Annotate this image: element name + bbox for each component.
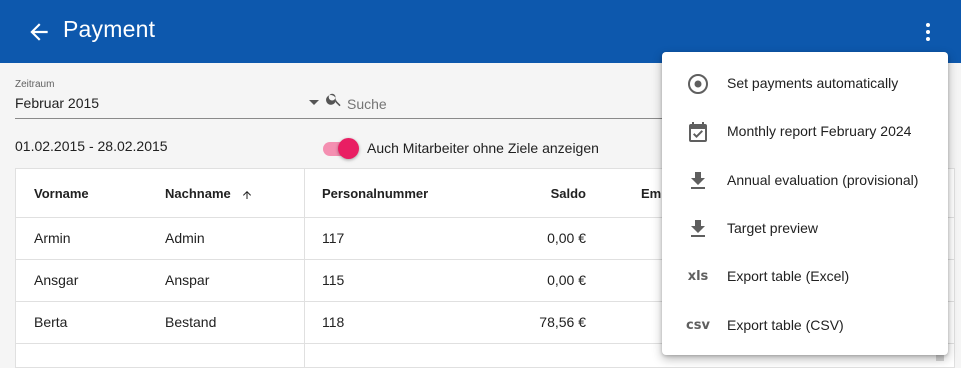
sort-ascending-icon bbox=[243, 190, 252, 199]
menu-item-annual-evaluation[interactable]: Annual evaluation (provisional) bbox=[662, 157, 948, 205]
cell-saldo: 78,56 € bbox=[539, 314, 586, 330]
menu-item-label: Monthly report February 2024 bbox=[727, 123, 912, 139]
cell-personalnummer: 118 bbox=[322, 314, 345, 330]
cell-nachname: Anspar bbox=[165, 272, 210, 288]
menu-item-label: Export table (CSV) bbox=[727, 317, 844, 333]
calendar-check-icon bbox=[689, 122, 707, 142]
header-vorname[interactable]: Vorname bbox=[34, 186, 89, 201]
download-icon bbox=[691, 172, 705, 189]
menu-item-target-preview[interactable]: Target preview bbox=[662, 205, 948, 253]
period-select[interactable]: Februar 2015 bbox=[15, 93, 325, 119]
menu-item-label: Target preview bbox=[727, 220, 819, 236]
dropdown-caret-icon bbox=[309, 100, 319, 105]
menu-item-monthly-report[interactable]: Monthly report February 2024 bbox=[662, 108, 948, 156]
header-nachname[interactable]: Nachname bbox=[165, 186, 253, 201]
arrow-left-icon bbox=[30, 23, 48, 41]
cell-vorname: Armin bbox=[34, 230, 71, 246]
header-saldo[interactable]: Saldo bbox=[546, 186, 586, 201]
back-button[interactable] bbox=[26, 19, 52, 45]
toggle-label: Auch Mitarbeiter ohne Ziele anzeigen bbox=[367, 140, 599, 156]
search-input[interactable] bbox=[347, 94, 647, 114]
menu-item-export-excel[interactable]: xls Export table (Excel) bbox=[662, 253, 948, 301]
more-options-button[interactable] bbox=[916, 20, 940, 44]
header-emp[interactable]: Em bbox=[641, 186, 661, 201]
period-label: Zeitraum bbox=[15, 79, 55, 90]
cell-nachname: Bestand bbox=[165, 314, 217, 330]
cell-vorname: Ansgar bbox=[34, 272, 79, 288]
menu-item-label: Set payments automatically bbox=[727, 75, 899, 91]
more-options-menu: Set payments automatically Monthly repor… bbox=[662, 52, 948, 355]
more-vertical-icon bbox=[926, 23, 930, 41]
page-title: Payment bbox=[63, 16, 156, 42]
cell-personalnummer: 117 bbox=[322, 230, 345, 246]
toggle-thumb bbox=[338, 138, 359, 159]
period-value: Februar 2015 bbox=[15, 95, 100, 111]
radio-target-icon bbox=[688, 74, 708, 94]
header-nachname-label: Nachname bbox=[165, 186, 231, 201]
menu-item-label: Annual evaluation (provisional) bbox=[727, 172, 919, 188]
xls-icon: xls bbox=[687, 269, 709, 284]
cell-nachname: Admin bbox=[165, 230, 205, 246]
download-icon bbox=[691, 220, 705, 237]
csv-icon: csv bbox=[686, 318, 710, 333]
cell-saldo: 0,00 € bbox=[547, 230, 586, 246]
menu-item-label: Export table (Excel) bbox=[727, 268, 850, 284]
date-range: 01.02.2015 - 28.02.2015 bbox=[15, 138, 168, 154]
show-employees-toggle[interactable] bbox=[323, 138, 359, 159]
header-personalnummer[interactable]: Personalnummer bbox=[322, 186, 428, 201]
cell-vorname: Berta bbox=[34, 314, 68, 330]
cell-personalnummer: 115 bbox=[322, 272, 345, 288]
search-field[interactable] bbox=[325, 90, 670, 119]
cell-saldo: 0,00 € bbox=[547, 272, 586, 288]
menu-item-set-payments[interactable]: Set payments automatically bbox=[662, 60, 948, 108]
search-icon bbox=[326, 93, 341, 107]
menu-item-export-csv[interactable]: csv Export table (CSV) bbox=[662, 302, 948, 350]
